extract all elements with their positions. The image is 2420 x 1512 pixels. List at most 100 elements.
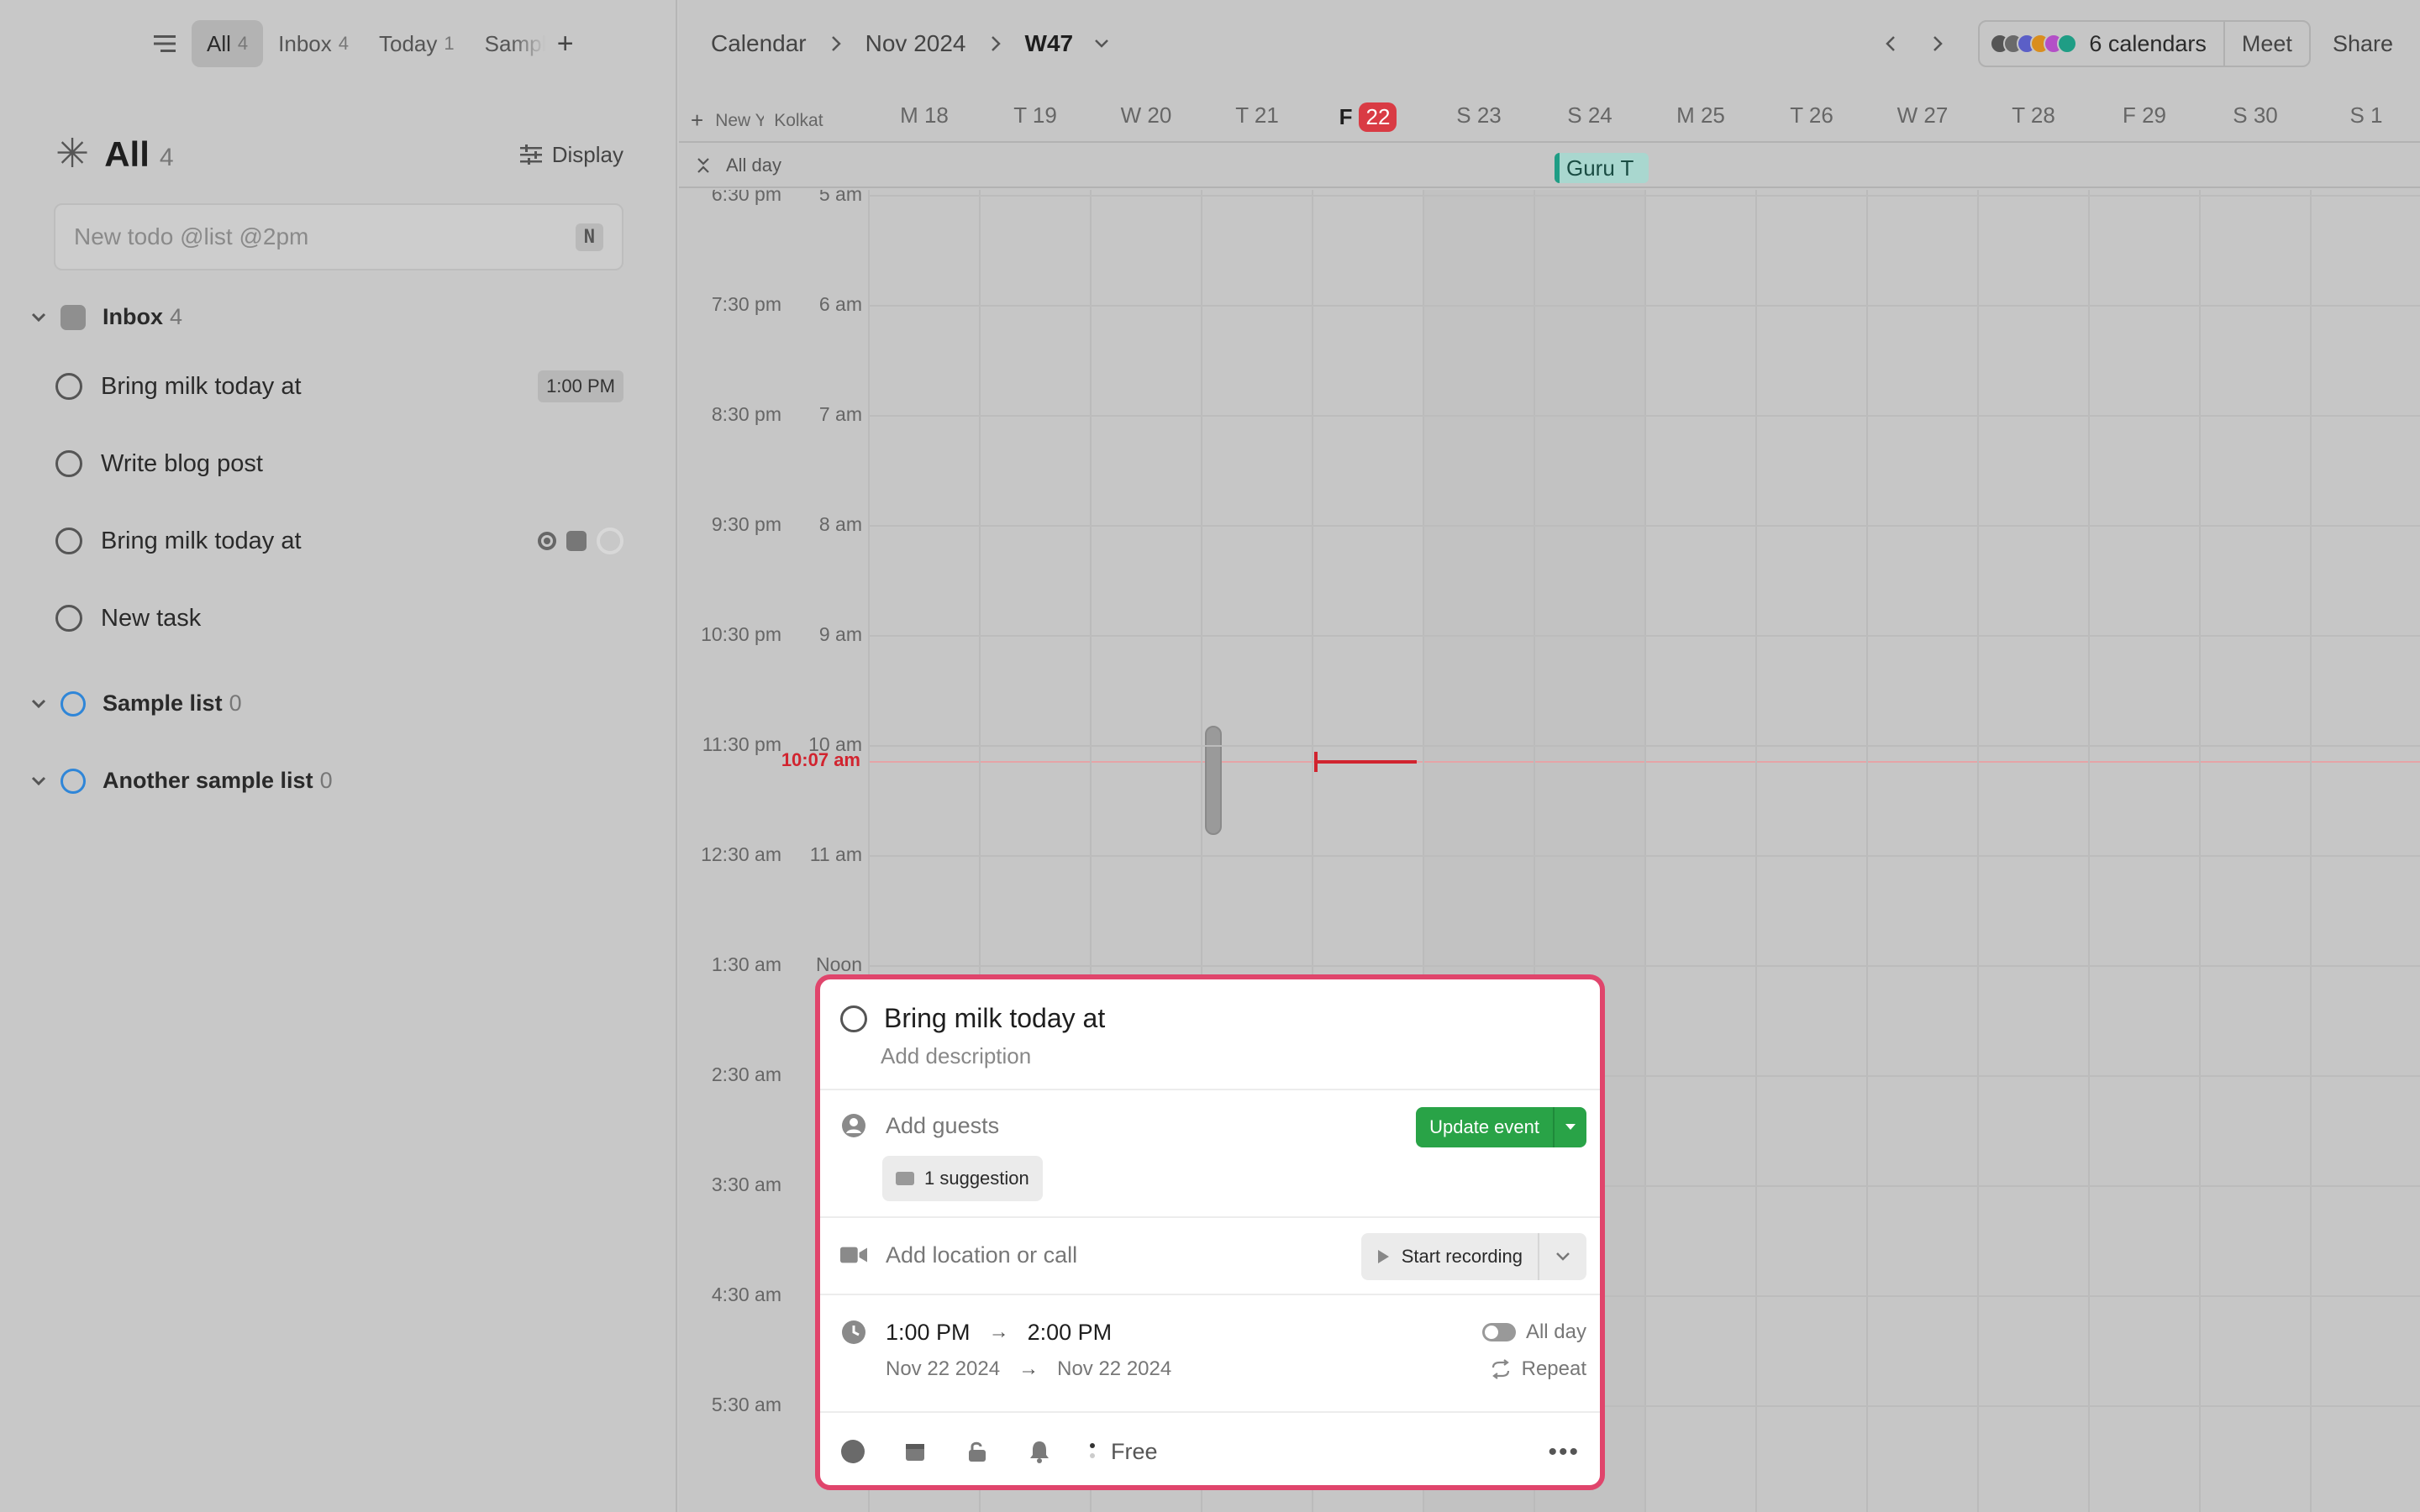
all-day-toggle-row[interactable]: All day: [1481, 1320, 1586, 1344]
task-checkbox[interactable]: [55, 528, 82, 554]
task-item[interactable]: Write blog post: [55, 440, 623, 487]
divider: [820, 1089, 1600, 1090]
start-time[interactable]: 1:00 PM: [886, 1320, 971, 1346]
task-item[interactable]: Bring milk today at 1:00 PM: [55, 363, 623, 410]
event-title[interactable]: Bring milk today at: [884, 1003, 1105, 1034]
breadcrumb-calendar[interactable]: Calendar: [711, 30, 807, 57]
bell-icon[interactable]: [1027, 1439, 1052, 1464]
tab-inbox[interactable]: Inbox 4: [263, 20, 364, 67]
all-day-event[interactable]: Guru T: [1555, 153, 1649, 183]
calendar-icon[interactable]: [902, 1439, 928, 1464]
day-header[interactable]: S 23: [1423, 102, 1534, 129]
update-event-button[interactable]: Update event: [1416, 1107, 1553, 1147]
chevron-down-icon[interactable]: [1093, 38, 1110, 50]
meet-button[interactable]: Meet: [2225, 31, 2309, 57]
group-name: Sample list: [103, 690, 223, 716]
unlock-icon[interactable]: [965, 1439, 990, 1464]
tab-sample[interactable]: Sample: [470, 20, 545, 67]
breadcrumb-month[interactable]: Nov 2024: [865, 30, 966, 57]
guests-row[interactable]: Add guests: [840, 1112, 999, 1139]
start-recording-label: Start recording: [1401, 1246, 1523, 1267]
time-label-primary: 10:30 pm: [701, 623, 781, 645]
breadcrumb-week[interactable]: W47: [1025, 30, 1074, 57]
day-label: F 29: [2122, 102, 2167, 128]
new-todo-input[interactable]: New todo @list @2pm N: [54, 203, 623, 270]
vertical-dots-icon: [1090, 1443, 1095, 1458]
tab-today[interactable]: Today 1: [364, 20, 470, 67]
task-item[interactable]: Bring milk today at: [55, 517, 623, 564]
group-sample-list[interactable]: Sample list 0: [29, 690, 242, 717]
day-header[interactable]: S 30: [2200, 102, 2311, 129]
day-label: M 18: [900, 102, 949, 128]
more-options-icon[interactable]: •••: [1548, 1438, 1580, 1467]
group-another-sample-list[interactable]: Another sample list 0: [29, 768, 333, 794]
recording-dropdown[interactable]: [1539, 1233, 1586, 1280]
display-button[interactable]: Display: [519, 142, 623, 168]
timezone-label: Kolkat: [774, 110, 823, 130]
menu-icon[interactable]: [148, 27, 182, 60]
time-label-secondary: 6 am: [818, 293, 862, 315]
end-time[interactable]: 2:00 PM: [1028, 1320, 1113, 1346]
tab-label: Sample: [484, 30, 545, 56]
list-ring-icon: [60, 690, 86, 717]
day-header[interactable]: T 26: [1756, 102, 1867, 129]
current-time-marker: [1314, 752, 1417, 772]
day-header[interactable]: W 20: [1091, 102, 1202, 129]
task-checkbox[interactable]: [55, 373, 82, 400]
next-week-button[interactable]: [1914, 20, 1961, 67]
day-header[interactable]: T 19: [980, 102, 1091, 129]
suggestion-chip[interactable]: 1 suggestion: [882, 1156, 1043, 1201]
share-button[interactable]: Share: [2333, 31, 2393, 57]
start-recording-button[interactable]: Start recording: [1361, 1233, 1539, 1280]
day-label: F: [1339, 104, 1353, 129]
day-header-today[interactable]: F 22: [1313, 102, 1423, 132]
end-date[interactable]: Nov 22 2024: [1057, 1357, 1171, 1381]
inbox-icon: [60, 304, 86, 330]
new-timezone-button[interactable]: + New Y Kolkat: [691, 108, 829, 134]
all-day-switch[interactable]: [1481, 1323, 1516, 1341]
description-input[interactable]: Add description: [881, 1043, 1031, 1069]
drag-handle[interactable]: [1205, 726, 1222, 835]
day-header[interactable]: T 28: [1978, 102, 2089, 129]
start-date[interactable]: Nov 22 2024: [886, 1357, 1000, 1381]
location-input[interactable]: Add location or call: [886, 1242, 1077, 1268]
day-header[interactable]: T 21: [1202, 102, 1313, 129]
availability-selector[interactable]: Free: [1089, 1439, 1158, 1465]
task-item[interactable]: New task: [55, 595, 623, 642]
day-header[interactable]: M 18: [869, 102, 980, 129]
guests-input[interactable]: Add guests: [886, 1113, 999, 1139]
all-day-label: All day: [1525, 1320, 1586, 1343]
day-header[interactable]: S 1: [2311, 102, 2420, 129]
color-dot-icon[interactable]: [840, 1439, 865, 1464]
video-camera-icon: [840, 1242, 867, 1268]
location-row[interactable]: Add location or call: [840, 1242, 1077, 1268]
day-column-divider: [1977, 190, 1979, 1512]
tab-all[interactable]: All 4: [192, 20, 264, 67]
time-label-primary: 8:30 pm: [711, 403, 781, 425]
calendars-selector[interactable]: 6 calendars: [1980, 22, 2225, 66]
repeat-button[interactable]: Repeat: [1490, 1357, 1586, 1381]
todo-sidebar: All 4 Inbox 4 Today 1 Sample + ✳ All 4 Disp…: [0, 0, 677, 1512]
group-inbox[interactable]: Inbox 4: [29, 304, 182, 330]
divider: [820, 1294, 1600, 1295]
group-count: 0: [229, 690, 242, 716]
day-header[interactable]: W 27: [1867, 102, 1978, 129]
record-icon[interactable]: [538, 532, 556, 550]
task-checkbox[interactable]: [55, 450, 82, 477]
all-day-toggle[interactable]: All day: [696, 155, 781, 176]
task-title: Bring milk today at: [101, 527, 302, 554]
day-header[interactable]: M 25: [1645, 102, 1756, 129]
recording-button-group: Start recording: [1360, 1233, 1586, 1280]
prev-week-button[interactable]: [1867, 20, 1914, 67]
day-header[interactable]: S 24: [1534, 102, 1645, 129]
asterisk-icon: ✳: [55, 132, 90, 176]
event-checkbox[interactable]: [840, 1005, 867, 1032]
update-event-dropdown[interactable]: [1553, 1107, 1586, 1147]
task-checkbox[interactable]: [55, 605, 82, 632]
day-header[interactable]: F 29: [2089, 102, 2200, 129]
chevron-down-icon[interactable]: [29, 307, 49, 328]
chevron-down-icon[interactable]: [29, 771, 49, 791]
add-list-icon[interactable]: +: [549, 28, 582, 60]
chevron-down-icon[interactable]: [29, 694, 49, 714]
calendar-icon[interactable]: [566, 531, 587, 551]
